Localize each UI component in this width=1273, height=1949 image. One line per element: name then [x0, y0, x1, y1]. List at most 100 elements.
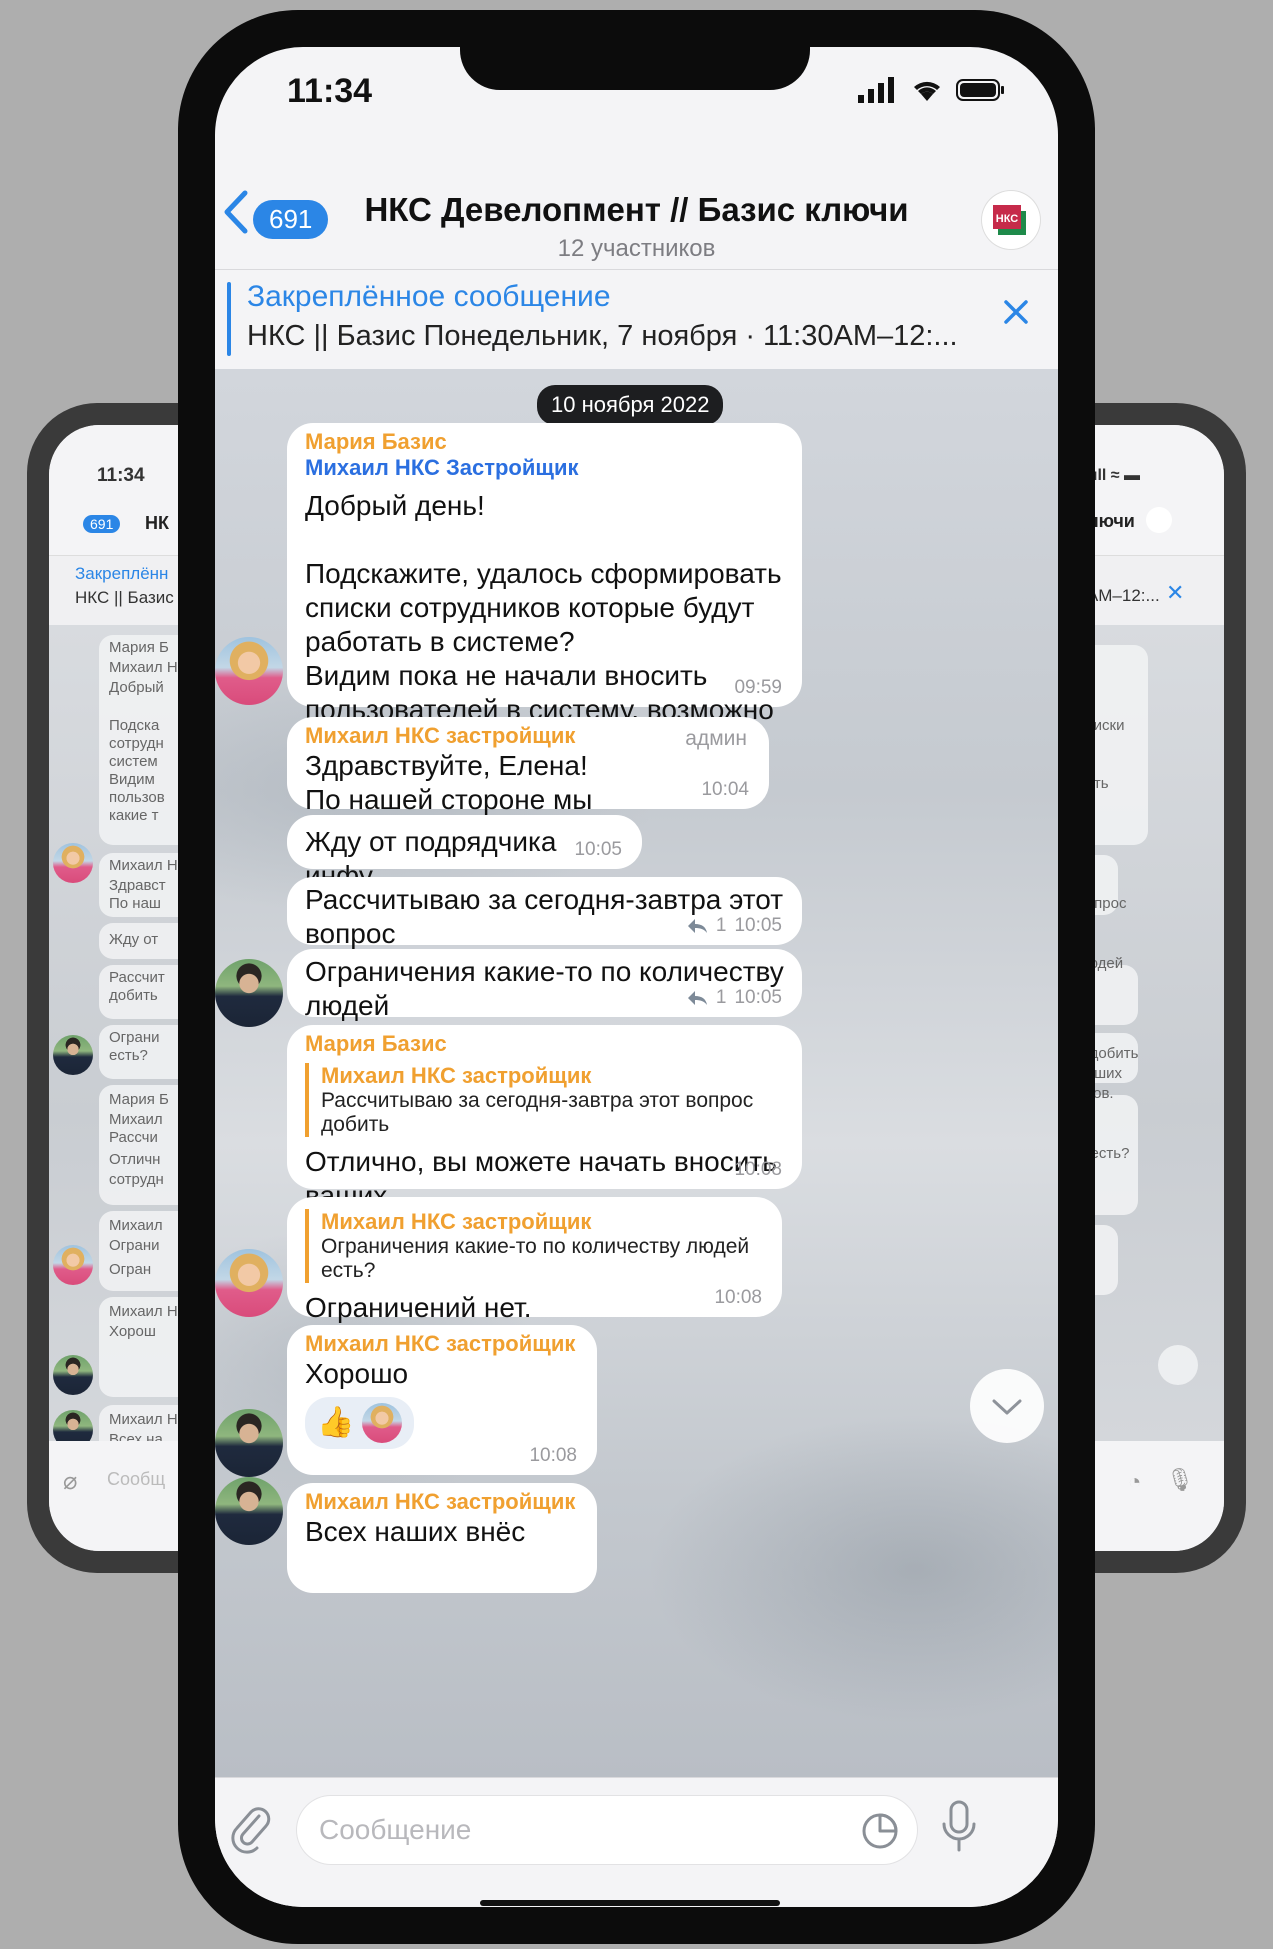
- message-sender: Михаил НКС застройщик: [305, 1331, 576, 1356]
- admin-label: админ: [685, 727, 747, 750]
- group-avatar[interactable]: НКС: [982, 191, 1040, 249]
- status-time: 11:34: [287, 72, 373, 110]
- background-left-line: Здравст: [109, 877, 166, 894]
- pinned-label: Закреплённое сообщение: [247, 280, 611, 313]
- message-bubble[interactable]: Мария Базис Михаил НКС Застройщик Добрый…: [287, 423, 802, 793]
- background-left-avatar: [53, 843, 93, 883]
- quote-text: Рассчитываю за сегодня-завтра этот вопро…: [321, 1089, 754, 1136]
- avatar[interactable]: [215, 959, 283, 1027]
- background-left-line: Михаил Н: [109, 659, 178, 676]
- message-sender: Михаил НКС застройщик: [305, 723, 576, 748]
- message-bubble[interactable]: Ограничения какие-то по количеству людей…: [287, 949, 802, 1055]
- phone-screen: 11:34 691 НКС Девелопмент // Базис ключи…: [215, 47, 1058, 1907]
- message-time: 10:05: [734, 987, 782, 1008]
- paperclip-icon[interactable]: [229, 1804, 275, 1854]
- background-left-line: пользов: [109, 789, 165, 806]
- message-bubble[interactable]: Михаил НКС застройщик Хорошо 👍 10:08: [287, 1325, 597, 1475]
- notch: [460, 47, 810, 90]
- background-left-line: Михаил Н: [109, 1411, 178, 1428]
- message-bubble[interactable]: Михаил НКС застройщик Ограничения какие-…: [287, 1197, 782, 1323]
- reply-count: 1: [715, 915, 727, 936]
- pinned-bar: [227, 282, 231, 356]
- message-bubble[interactable]: Рассчитываю за сегодня-завтра этот вопро…: [287, 877, 802, 983]
- reply-counter: 1 10:05: [686, 915, 782, 937]
- battery-icon: [956, 79, 1004, 101]
- thumbs-up-icon: 👍: [317, 1406, 355, 1439]
- message-bubble[interactable]: Жду от подрядчика инфу 10:05: [287, 815, 642, 891]
- message-text: Ограничений нет.: [305, 1292, 532, 1323]
- message-time: 10:08: [529, 1445, 577, 1466]
- message-bubble[interactable]: Михаил НКС застройщик Всех наших внёс: [287, 1483, 597, 1593]
- reply-quote[interactable]: Михаил НКС застройщик Рассчитываю за сег…: [305, 1063, 784, 1137]
- reply-count: 1: [715, 987, 727, 1008]
- nks-logo-icon: [1146, 507, 1172, 533]
- composer-bar: Сообщение: [215, 1777, 1058, 1907]
- reaction-chip[interactable]: 👍: [305, 1397, 415, 1449]
- scroll-down-button[interactable]: [970, 1369, 1044, 1443]
- chat-subtitle: 12 участников: [557, 235, 716, 262]
- background-left-line: есть?: [109, 1047, 148, 1064]
- background-left-line: По наш: [109, 895, 161, 912]
- quote-sender: Михаил НКС застройщик: [321, 1209, 592, 1234]
- background-left-line: Михаил: [109, 1217, 163, 1234]
- avatar[interactable]: [215, 1477, 283, 1545]
- chat-title[interactable]: НКС Девелопмент // Базис ключи: [327, 191, 946, 229]
- background-left-line: Михаил Н: [109, 1303, 178, 1320]
- paperclip-icon: ⌀: [63, 1468, 78, 1495]
- message-time: 10:05: [574, 839, 622, 860]
- chevron-down-icon: [992, 1399, 1022, 1415]
- message-input-placeholder: Сообщение: [319, 1814, 472, 1845]
- message-bubble[interactable]: Мария Базис Михаил НКС застройщик Рассчи…: [287, 1025, 802, 1279]
- background-left-line: Жду от: [109, 931, 159, 948]
- wifi-icon: [914, 81, 940, 101]
- background-left-line: сотрудн: [109, 735, 164, 752]
- sticker-icon: ◔: [1128, 1469, 1142, 1494]
- avatar[interactable]: [215, 637, 283, 705]
- background-left-title: НК: [145, 513, 169, 533]
- message-time: 10:04: [701, 779, 749, 800]
- background-left-badge: 691: [83, 515, 121, 533]
- reply-counter: 1 10:05: [686, 987, 782, 1009]
- avatar[interactable]: [215, 1409, 283, 1477]
- message-bubble[interactable]: Михаил НКС застройщик админ Здравствуйте…: [287, 717, 769, 849]
- background-left-line: систем: [109, 753, 158, 770]
- background-left-pin-text: НКС || Базис: [75, 588, 174, 607]
- background-left-line: сотрудн: [109, 1171, 164, 1188]
- message-time: 10:08: [714, 1287, 762, 1308]
- reply-quote[interactable]: Михаил НКС застройщик Ограничения какие-…: [305, 1209, 764, 1283]
- signal-wifi-battery-icons: ıll ≈ ▬: [1093, 467, 1141, 484]
- quote-sender: Михаил НКС застройщик: [321, 1063, 592, 1088]
- message-sender: Михаил НКС застройщик: [305, 1489, 576, 1514]
- phone-frame: 11:34 691 НКС Девелопмент // Базис ключи…: [178, 10, 1095, 1944]
- background-left-line: какие т: [109, 807, 159, 824]
- logo-text: НКС: [996, 213, 1019, 225]
- back-chevron-icon[interactable]: [221, 189, 251, 235]
- sticker-icon[interactable]: [861, 1812, 899, 1850]
- chat-area[interactable]: 10 ноября 2022 Мария Базис Михаил НКС За…: [215, 369, 1058, 1777]
- message-text: Всех наших внёс: [305, 1516, 526, 1547]
- background-left-line: Рассчит: [109, 969, 165, 986]
- message-text: Хорошо: [305, 1358, 409, 1389]
- unread-badge[interactable]: 691: [253, 200, 329, 239]
- background-left-line: Огран: [109, 1261, 152, 1278]
- background-left-avatar: [53, 1355, 93, 1395]
- pinned-message[interactable]: Закреплённое сообщение НКС || Базис Поне…: [215, 269, 1058, 370]
- background-left-pin-label: Закреплённ: [75, 564, 169, 583]
- background-left-avatar: [53, 1035, 93, 1075]
- background-left-time: 11:34: [97, 465, 145, 486]
- status-icons: [858, 77, 1006, 103]
- microphone-icon[interactable]: [937, 1798, 981, 1858]
- background-left-input: Сообщ: [107, 1469, 166, 1489]
- background-left-line: Добрый: [109, 679, 164, 696]
- pinned-text: НКС || Базис Понедельник, 7 ноября · 11:…: [247, 320, 958, 352]
- reply-arrow-icon: [687, 991, 707, 1005]
- message-sender: Мария Базис: [305, 429, 447, 454]
- message-sender: Мария Базис: [305, 1031, 447, 1056]
- date-separator: 10 ноября 2022: [537, 385, 724, 425]
- close-icon[interactable]: [1002, 298, 1030, 326]
- quote-text: Ограничения какие-то по количеству людей…: [321, 1235, 750, 1282]
- microphone-icon: 🎙: [1166, 1467, 1194, 1492]
- avatar[interactable]: [215, 1249, 283, 1317]
- background-left-line: Хорош: [109, 1323, 156, 1340]
- message-input[interactable]: Сообщение: [297, 1796, 917, 1864]
